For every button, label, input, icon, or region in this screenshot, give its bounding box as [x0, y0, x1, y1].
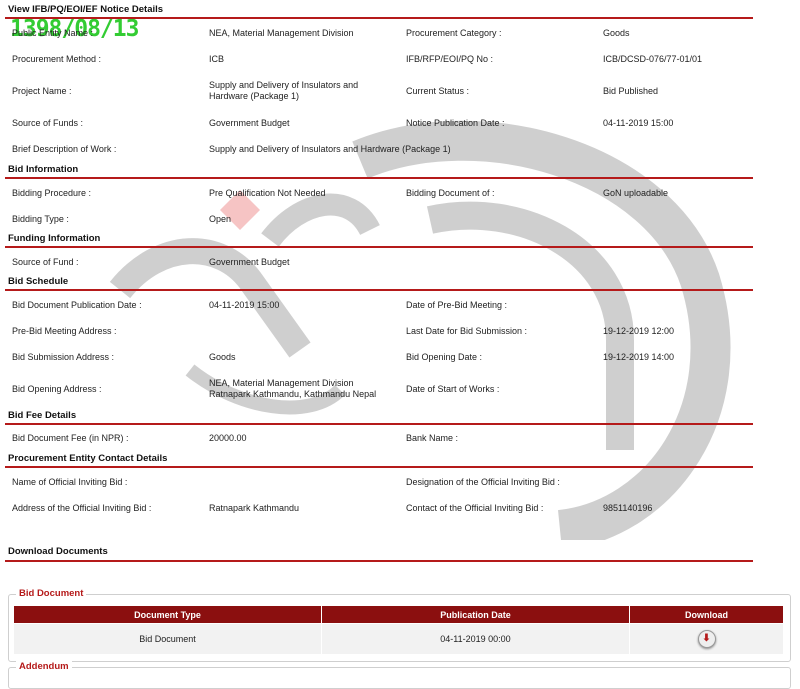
section-divider [5, 560, 753, 562]
source-of-funds-label: Source of Funds : [12, 118, 84, 128]
source-of-funds-value: Government Budget [209, 118, 290, 128]
procurement-method-value: ICB [209, 54, 225, 64]
pre-bid-meeting-address-label: Pre-Bid Meeting Address : [12, 326, 117, 336]
column-header-publication-date: Publication Date [321, 605, 630, 624]
section-divider [5, 289, 753, 291]
official-contact-label: Contact of the Official Inviting Bid : [406, 503, 544, 513]
current-status-label: Current Status : [406, 86, 470, 96]
project-name-value: Supply and Delivery of Insulators and Ha… [209, 80, 359, 101]
addendum-legend: Addendum [16, 661, 72, 672]
section-title-bid-schedule: Bid Schedule [8, 276, 69, 287]
official-designation-label: Designation of the Official Inviting Bid… [406, 477, 560, 487]
pre-bid-meeting-date-label: Date of Pre-Bid Meeting : [406, 300, 508, 310]
section-divider [5, 17, 753, 19]
bid-opening-date-value: 19-12-2019 14:00 [603, 352, 675, 362]
section-divider [5, 466, 753, 468]
current-status-value: Bid Published [603, 86, 659, 96]
download-arrow-icon: ⬇ [702, 633, 711, 644]
section-divider [5, 423, 753, 425]
table-header-row: Document Type Publication Date Download [13, 605, 784, 624]
bid-opening-address-value: NEA, Material Management Division Ratnap… [209, 378, 377, 399]
project-name-label: Project Name : [12, 86, 72, 96]
official-address-label: Address of the Official Inviting Bid : [12, 503, 152, 513]
bidding-procedure-label: Bidding Procedure : [12, 188, 92, 198]
bid-submission-address-value: Goods [209, 352, 236, 362]
brief-description-label: Brief Description of Work : [12, 144, 117, 154]
download-cell: ⬇ [629, 623, 784, 655]
official-contact-value: 9851140196 [603, 503, 653, 513]
table-row: Bid Document 04-11-2019 00:00 ⬇ [13, 623, 784, 655]
bid-doc-publication-date-value: 04-11-2019 15:00 [209, 300, 280, 310]
bid-opening-date-label: Bid Opening Date : [406, 352, 483, 362]
public-entity-label: Public Entity Name : [12, 28, 94, 38]
bid-doc-publication-date-label: Bid Document Publication Date : [12, 300, 142, 310]
bidding-document-of-label: Bidding Document of : [406, 188, 495, 198]
bidding-document-of-value: GoN uploadable [603, 188, 669, 198]
bid-document-table: Document Type Publication Date Download … [13, 605, 784, 655]
procurement-category-label: Procurement Category : [406, 28, 502, 38]
section-title-notice: View IFB/PQ/EOI/EF Notice Details [8, 4, 164, 15]
public-entity-value: NEA, Material Management Division [209, 28, 354, 38]
bid-document-fee-value: 20000.00 [209, 433, 247, 443]
official-address-value: Ratnapark Kathmandu [209, 503, 300, 513]
official-name-label: Name of Official Inviting Bid : [12, 477, 128, 487]
source-of-fund-label: Source of Fund : [12, 257, 79, 267]
ifb-number-value: ICB/DCSD-076/77-01/01 [603, 54, 703, 64]
start-of-works-label: Date of Start of Works : [406, 384, 500, 394]
column-header-document-type: Document Type [13, 605, 322, 624]
section-title-download-documents: Download Documents [8, 546, 108, 557]
bank-name-label: Bank Name : [406, 433, 459, 443]
last-date-submission-label: Last Date for Bid Submission : [406, 326, 528, 336]
bidding-type-label: Bidding Type : [12, 214, 69, 224]
download-button[interactable]: ⬇ [697, 630, 716, 648]
bidding-type-value: Open [209, 214, 232, 224]
notice-publication-date-value: 04-11-2019 15:00 [603, 118, 674, 128]
section-divider [5, 177, 753, 179]
bid-submission-address-label: Bid Submission Address : [12, 352, 115, 362]
section-divider [5, 246, 753, 248]
bid-document-legend: Bid Document [16, 588, 87, 599]
bid-opening-address-label: Bid Opening Address : [12, 384, 102, 394]
ifb-number-label: IFB/RFP/EOI/PQ No : [406, 54, 494, 64]
section-title-funding-information: Funding Information [8, 233, 101, 244]
column-header-download: Download [629, 605, 784, 624]
section-title-bid-information: Bid Information [8, 164, 79, 175]
procurement-method-label: Procurement Method : [12, 54, 102, 64]
section-title-bid-fee: Bid Fee Details [8, 410, 77, 421]
document-type-cell: Bid Document [13, 623, 322, 655]
addendum-panel [8, 667, 791, 689]
notice-publication-date-label: Notice Publication Date : [406, 118, 505, 128]
last-date-submission-value: 19-12-2019 12:00 [603, 326, 675, 336]
bidding-procedure-value: Pre Qualification Not Needed [209, 188, 326, 198]
procurement-category-value: Goods [603, 28, 630, 38]
bid-document-fee-label: Bid Document Fee (in NPR) : [12, 433, 129, 443]
source-of-fund-value: Government Budget [209, 257, 290, 267]
section-title-contact: Procurement Entity Contact Details [8, 453, 168, 464]
brief-description-value: Supply and Delivery of Insulators and Ha… [209, 144, 451, 154]
publication-date-cell: 04-11-2019 00:00 [321, 623, 630, 655]
